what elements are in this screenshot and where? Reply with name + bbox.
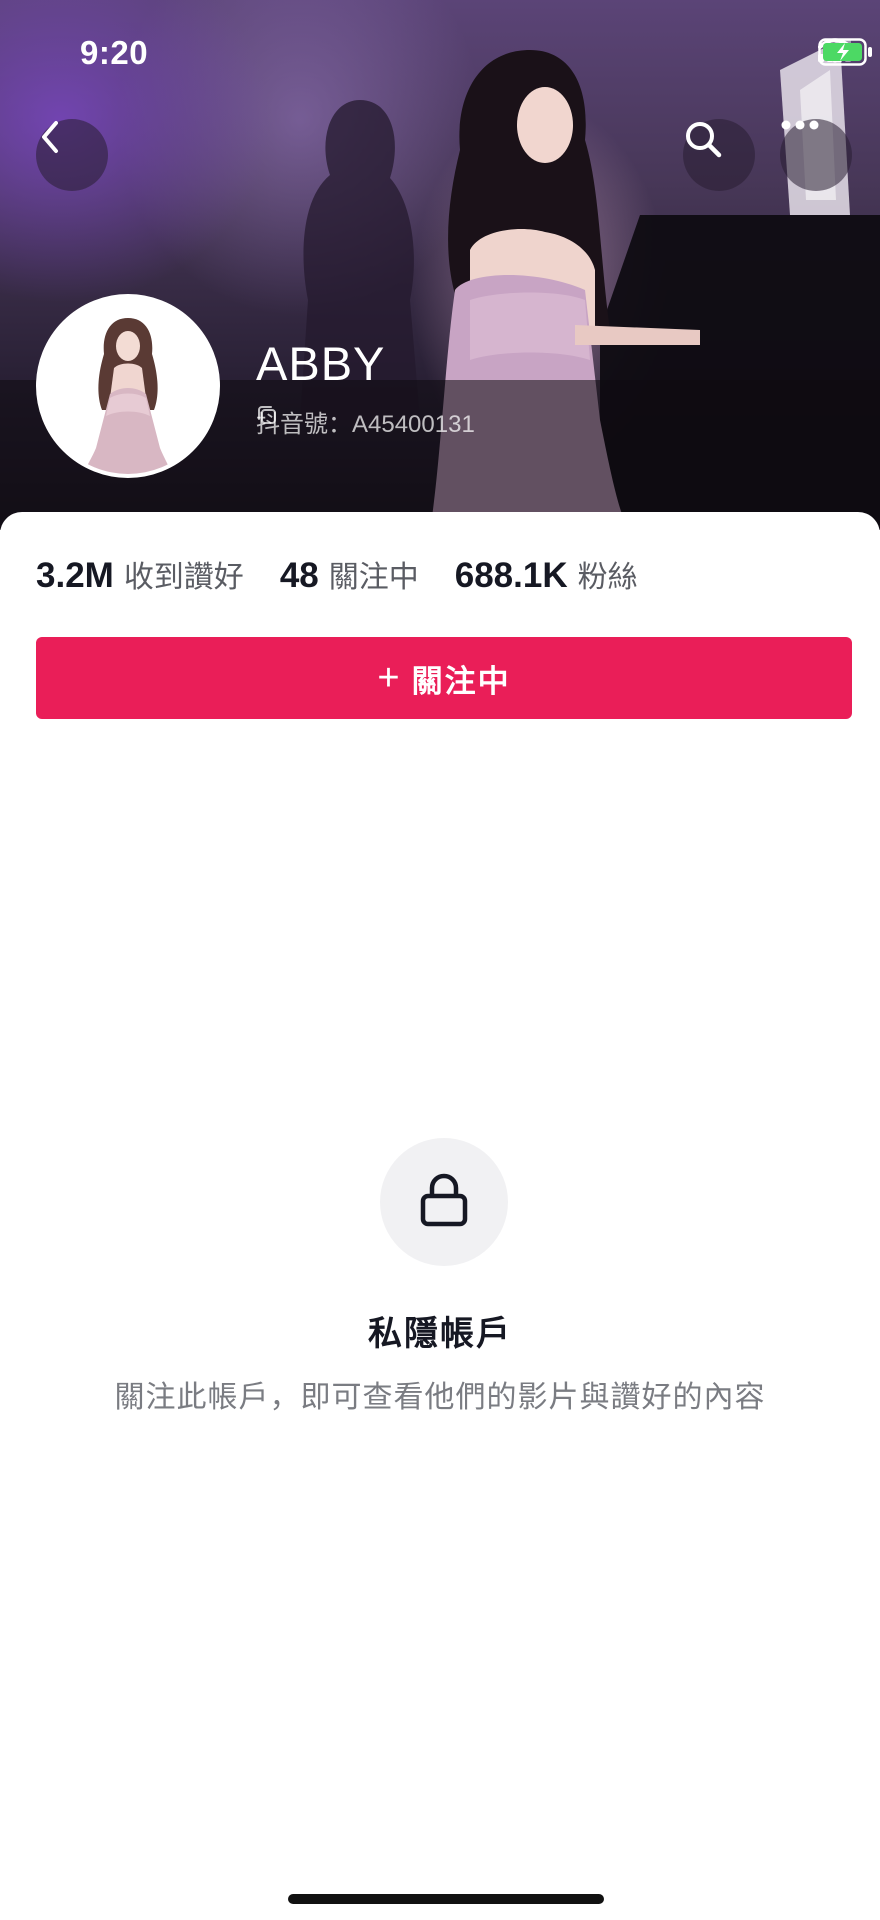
stat-label: 收到讚好 <box>123 561 244 594</box>
stat-label: 粉絲 <box>577 561 638 594</box>
avatar[interactable] <box>36 294 220 478</box>
follow-button[interactable]: + 關注中 <box>36 637 852 719</box>
profile-id-row: 抖音號：A45400131 <box>256 404 483 439</box>
stat-likes[interactable]: 3.2M 收到讚好 <box>36 552 244 596</box>
profile-name: ABBY <box>256 337 386 390</box>
plus-icon: + <box>377 657 402 699</box>
lock-icon <box>418 1172 470 1233</box>
profile-id: 抖音號：A45400131 <box>256 411 475 438</box>
stat-value: 688.1K <box>454 556 568 595</box>
search-button[interactable] <box>683 119 755 191</box>
profile-screen: 9:20 ABBY 抖音號：A45400131 3.2M 收到讚好 48 關注中… <box>0 0 880 1920</box>
back-button[interactable] <box>36 119 108 191</box>
private-account-description: 關注此帳戶，即可查看他們的影片與讚好的內容 <box>114 1381 766 1414</box>
stat-followers[interactable]: 688.1K 粉絲 <box>455 552 638 596</box>
stat-following[interactable]: 48 關注中 <box>280 552 419 596</box>
profile-panel: 3.2M 收到讚好 48 關注中 688.1K 粉絲 + 關注中 私隱帳戶 關注… <box>0 512 880 1920</box>
stat-label: 關注中 <box>328 561 419 594</box>
private-account-title: 私隱帳戶 <box>368 1315 512 1353</box>
private-account-badge <box>380 1138 508 1266</box>
status-time: 9:20 <box>80 34 149 71</box>
stat-value: 48 <box>279 556 319 595</box>
status-bar: 9:20 <box>0 0 880 110</box>
home-indicator[interactable] <box>288 1894 604 1904</box>
avatar-illustration <box>40 298 216 474</box>
cover-photo: 9:20 ABBY 抖音號：A45400131 <box>0 0 880 530</box>
follow-button-label: 關注中 <box>411 663 511 699</box>
more-button[interactable] <box>780 119 852 191</box>
stats-row: 3.2M 收到讚好 48 關注中 688.1K 粉絲 <box>36 552 638 596</box>
stat-value: 3.2M <box>36 556 114 595</box>
